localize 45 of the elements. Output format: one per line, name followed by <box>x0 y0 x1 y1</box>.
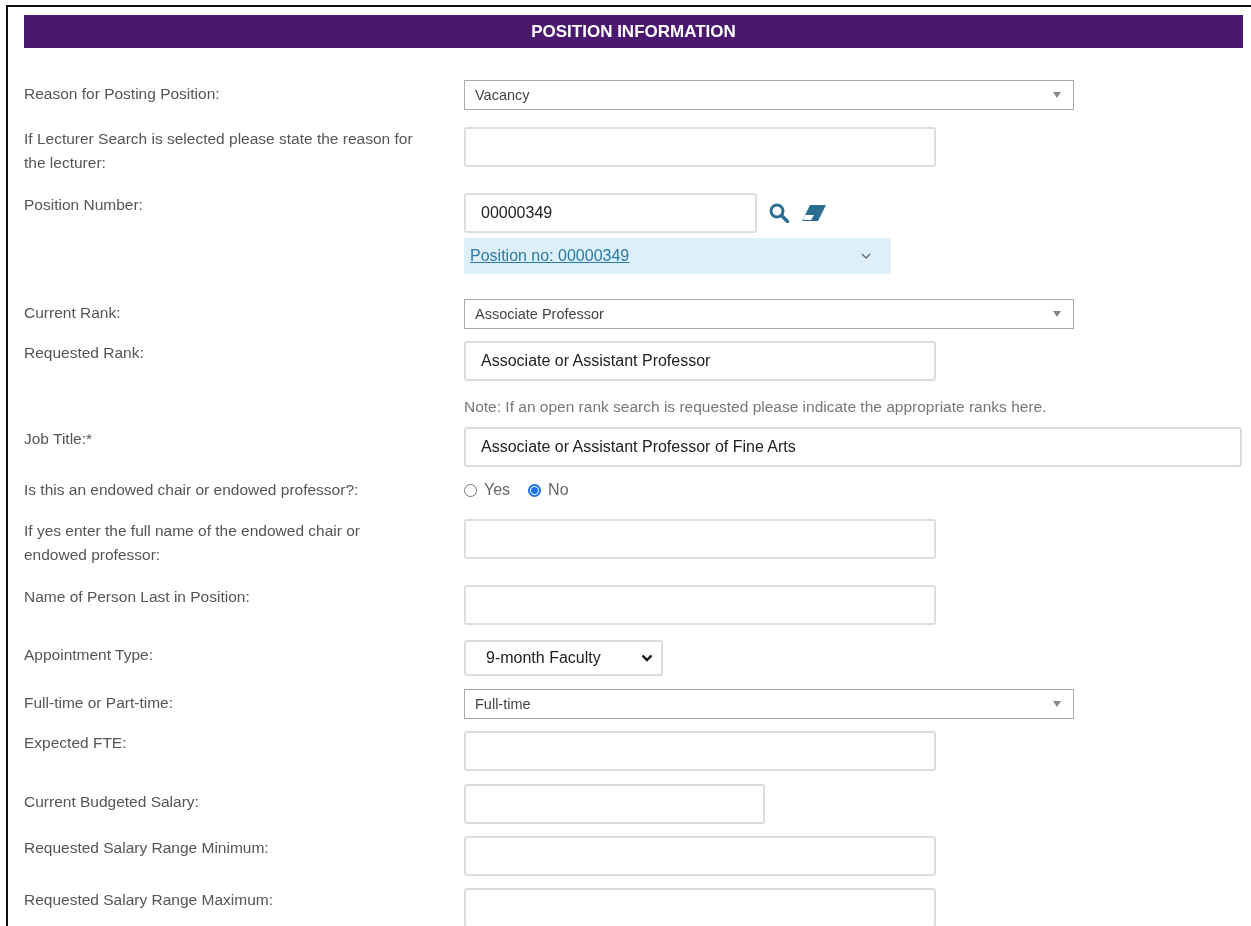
field-label: Expected FTE: <box>24 733 128 753</box>
field-label: Job Title:* <box>24 429 94 449</box>
field-label: Position Number: <box>24 195 144 215</box>
text-field[interactable]: Associate or Assistant Professor <box>464 341 936 381</box>
select-box[interactable]: 9-month Faculty <box>464 640 663 676</box>
caret-icon <box>1053 311 1061 317</box>
radio-option[interactable]: Yes <box>464 481 511 499</box>
radio-option[interactable]: No <box>528 481 569 499</box>
position-link[interactable]: Position no: 00000349 <box>470 247 630 265</box>
text-field[interactable] <box>464 731 936 771</box>
eraser-icon[interactable] <box>801 204 827 222</box>
field-label: Requested Salary Range Minimum: <box>24 838 270 858</box>
section-header: POSITION INFORMATION <box>24 15 1243 48</box>
field-label: Current Rank: <box>24 303 122 323</box>
caret-icon <box>1053 701 1061 707</box>
field-label: Current Budgeted Salary: <box>24 792 200 812</box>
field-label: Full-time or Part-time: <box>24 693 174 713</box>
field-label: Appointment Type: <box>24 645 154 665</box>
radio-button[interactable] <box>528 483 542 497</box>
position-number-field[interactable]: 00000349 <box>464 193 757 233</box>
caret-icon <box>1053 92 1061 98</box>
text-field[interactable] <box>464 784 765 824</box>
text-field[interactable] <box>464 888 936 926</box>
field-label: If Lecturer Search is selected please state the reason for the lecturer: <box>24 129 414 173</box>
field-label: Is this an endowed chair or endowed professor?: <box>24 480 360 500</box>
dropdown[interactable]: Associate Professor <box>464 299 1074 329</box>
chevron-icon[interactable] <box>861 253 871 259</box>
dropdown[interactable]: Vacancy <box>464 80 1074 110</box>
dropdown[interactable]: Full-time <box>464 689 1074 719</box>
text-field[interactable] <box>464 519 936 559</box>
text-field[interactable] <box>464 836 936 876</box>
text-field[interactable] <box>464 585 936 625</box>
field-label: Reason for Posting Position: <box>24 84 221 104</box>
chevron-icon <box>641 654 653 662</box>
note-text: Note: If an open rank search is requested please indicate the appropriate ranks here. <box>464 398 1047 416</box>
field-label: If yes enter the full name of the endowed chair or endowed professor: <box>24 521 362 565</box>
position-result[interactable]: Position no: 00000349 <box>464 238 891 274</box>
text-field[interactable] <box>464 127 936 167</box>
search-icon[interactable] <box>769 203 789 223</box>
field-label: Requested Rank: <box>24 343 145 363</box>
radio-label: Yes <box>484 481 511 499</box>
radio-label: No <box>548 481 569 499</box>
field-label: Name of Person Last in Position: <box>24 587 251 607</box>
field-label: Requested Salary Range Maximum: <box>24 890 274 910</box>
text-field[interactable]: Associate or Assistant Professor of Fine Arts <box>464 427 1242 467</box>
